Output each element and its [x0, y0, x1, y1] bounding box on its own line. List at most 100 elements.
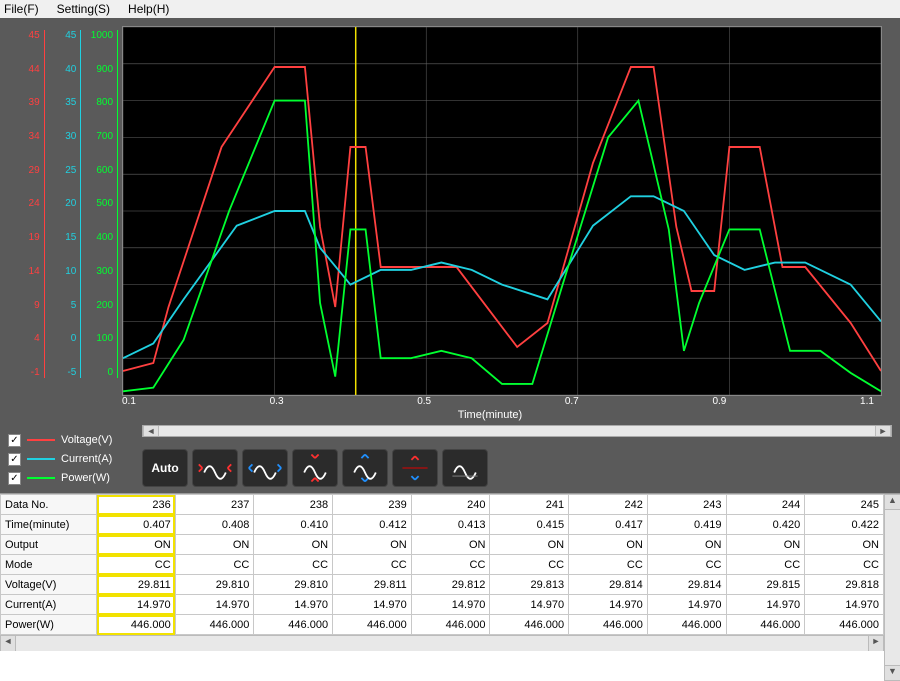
checkbox-current[interactable]: ✓ [8, 453, 21, 466]
table-cell[interactable]: ON [333, 535, 412, 555]
menu-help[interactable]: Help(H) [128, 2, 169, 16]
zoom-x-in-button[interactable] [192, 449, 238, 487]
zoom-x-out-button[interactable] [242, 449, 288, 487]
table-cell[interactable]: 29.811 [333, 575, 412, 595]
table-cell[interactable]: 14.970 [805, 595, 884, 615]
scroll-left-icon[interactable]: ◄ [143, 426, 159, 436]
y-axis-power: 10009008007006005004003002001000 [81, 30, 118, 378]
table-cell[interactable]: 0.420 [726, 515, 805, 535]
table-cell[interactable]: 446.000 [647, 615, 726, 635]
table-cell[interactable]: ON [411, 535, 490, 555]
checkbox-power[interactable]: ✓ [8, 472, 21, 485]
checkbox-voltage[interactable]: ✓ [8, 434, 21, 447]
table-cell[interactable]: 29.812 [411, 575, 490, 595]
table-cell[interactable]: 0.412 [333, 515, 412, 535]
table-cell[interactable]: CC [647, 555, 726, 575]
table-cell[interactable]: 0.410 [254, 515, 333, 535]
table-cell[interactable]: ON [254, 535, 333, 555]
table-cell[interactable]: 29.815 [726, 575, 805, 595]
table-cell[interactable]: 29.818 [805, 575, 884, 595]
table-cell[interactable]: 14.970 [254, 595, 333, 615]
table-cell[interactable]: CC [333, 555, 412, 575]
table-cell[interactable]: 0.422 [805, 515, 884, 535]
table-cell[interactable]: 446.000 [805, 615, 884, 635]
table-cell[interactable]: 245 [805, 495, 884, 515]
table-cell[interactable]: 446.000 [490, 615, 569, 635]
menu-file[interactable]: File(F) [4, 2, 39, 16]
table-cell[interactable]: 243 [647, 495, 726, 515]
y-adjust-button[interactable] [392, 449, 438, 487]
table-cell[interactable]: 0.413 [411, 515, 490, 535]
table-cell[interactable]: 244 [726, 495, 805, 515]
table-cell[interactable]: 0.415 [490, 515, 569, 535]
table-scroll-left-icon[interactable]: ◄ [0, 636, 16, 651]
legend-current[interactable]: ✓ Current(A) [8, 453, 136, 466]
table-cell[interactable]: 446.000 [726, 615, 805, 635]
legend-power[interactable]: ✓ Power(W) [8, 472, 136, 485]
table-cell[interactable]: 446.000 [97, 615, 176, 635]
table-cell[interactable]: ON [805, 535, 884, 555]
legend-voltage[interactable]: ✓ Voltage(V) [8, 434, 136, 447]
table-cell[interactable]: 29.810 [175, 575, 254, 595]
table-cell[interactable]: CC [411, 555, 490, 575]
table-cell[interactable]: 237 [175, 495, 254, 515]
zoom-y-in-button[interactable] [292, 449, 338, 487]
table-cell[interactable]: ON [569, 535, 648, 555]
table-cell[interactable]: 14.970 [647, 595, 726, 615]
table-cell[interactable]: ON [647, 535, 726, 555]
table-cell[interactable]: 446.000 [254, 615, 333, 635]
table-cell[interactable]: 0.408 [175, 515, 254, 535]
menu-setting[interactable]: Setting(S) [57, 2, 110, 16]
table-cell[interactable]: CC [805, 555, 884, 575]
auto-scale-button[interactable]: Auto [142, 449, 188, 487]
table-cell[interactable]: 446.000 [569, 615, 648, 635]
table-cell[interactable]: 14.970 [175, 595, 254, 615]
table-cell[interactable]: 242 [569, 495, 648, 515]
table-cell[interactable]: 14.970 [569, 595, 648, 615]
table-cell[interactable]: 446.000 [411, 615, 490, 635]
table-cell[interactable]: CC [569, 555, 648, 575]
table-cell[interactable]: ON [175, 535, 254, 555]
table-cell[interactable]: 0.419 [647, 515, 726, 535]
reset-y-button[interactable] [442, 449, 488, 487]
table-cell[interactable]: 29.814 [569, 575, 648, 595]
table-cell[interactable]: 241 [490, 495, 569, 515]
data-table[interactable]: Data No.236237238239240241242243244245Ti… [0, 494, 884, 635]
graph-h-scrollbar[interactable]: ◄ ► [142, 425, 892, 437]
scroll-right-icon[interactable]: ► [875, 426, 891, 436]
table-cell[interactable]: 0.417 [569, 515, 648, 535]
table-cell[interactable]: CC [490, 555, 569, 575]
table-scroll-down-icon[interactable]: ▼ [885, 665, 900, 681]
table-cell[interactable]: 446.000 [175, 615, 254, 635]
table-cell[interactable]: ON [490, 535, 569, 555]
table-cell[interactable]: 14.970 [97, 595, 176, 615]
table-scroll-up-icon[interactable]: ▲ [885, 494, 900, 510]
table-h-scrollbar[interactable]: ◄ ► [0, 635, 884, 651]
table-cell[interactable]: 446.000 [333, 615, 412, 635]
legend: ✓ Voltage(V) ✓ Current(A) ✓ Power(W) [8, 434, 136, 485]
table-cell[interactable]: 14.970 [726, 595, 805, 615]
table-cell[interactable]: 29.814 [647, 575, 726, 595]
table-scroll-right-icon[interactable]: ► [868, 636, 884, 651]
table-cell[interactable]: CC [726, 555, 805, 575]
table-cell[interactable]: 236 [97, 495, 176, 515]
table-cell[interactable]: 14.970 [411, 595, 490, 615]
zoom-y-out-button[interactable] [342, 449, 388, 487]
table-cell[interactable]: 238 [254, 495, 333, 515]
table-cell[interactable]: CC [254, 555, 333, 575]
table-cell[interactable]: CC [175, 555, 254, 575]
table-cell[interactable]: 14.970 [333, 595, 412, 615]
table-cell[interactable]: ON [97, 535, 176, 555]
table-v-scrollbar[interactable]: ▲ ▼ [884, 494, 900, 681]
table-cell[interactable]: CC [97, 555, 176, 575]
table-cell[interactable]: ON [726, 535, 805, 555]
table-cell[interactable]: 0.407 [97, 515, 176, 535]
table-cell[interactable]: 29.811 [97, 575, 176, 595]
table-cell[interactable]: 240 [411, 495, 490, 515]
table-cell[interactable]: 29.810 [254, 575, 333, 595]
table-cell[interactable]: 14.970 [490, 595, 569, 615]
table-cell[interactable]: 239 [333, 495, 412, 515]
data-table-wrap: Data No.236237238239240241242243244245Ti… [0, 493, 900, 681]
chart-plot[interactable] [122, 26, 882, 396]
table-cell[interactable]: 29.813 [490, 575, 569, 595]
